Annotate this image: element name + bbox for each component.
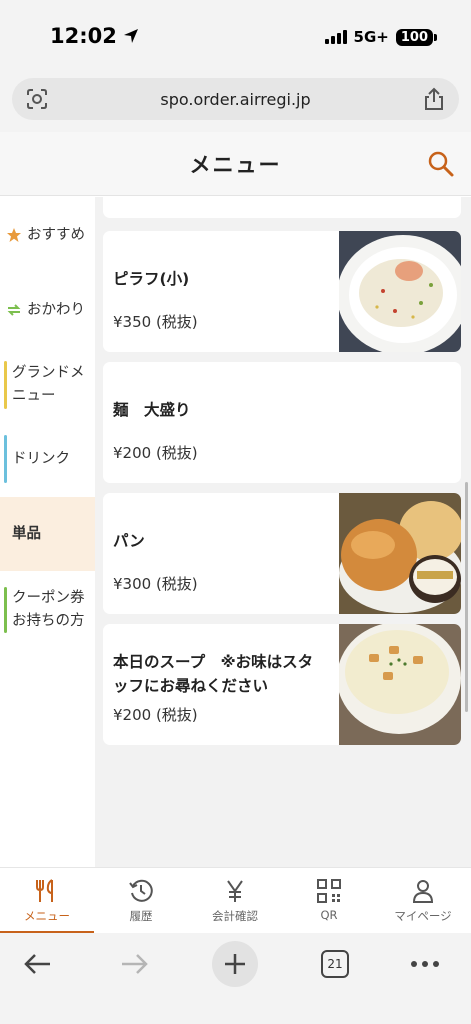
tab-label: QR — [320, 908, 338, 922]
yen-icon — [227, 880, 243, 902]
refresh-icon — [7, 304, 21, 316]
category-label: おすすめ — [27, 226, 85, 243]
url-text: spo.order.airregi.jp — [160, 89, 311, 109]
category-accent-bar — [4, 435, 7, 483]
status-bar: 12:02 5G+ 100 — [0, 0, 471, 72]
battery-icon: 100 — [395, 28, 438, 46]
category-sidebar: おすすめ おかわり グランドメニュー ドリンク 単品 クーポン券お持ちの方 — [0, 197, 95, 867]
url-field[interactable]: spo.order.airregi.jp — [12, 78, 459, 120]
category-label: 単品 — [12, 525, 41, 542]
person-icon — [412, 880, 434, 903]
status-time: 12:02 — [50, 24, 139, 48]
category-grand-menu[interactable]: グランドメニュー — [0, 357, 95, 413]
star-icon — [7, 228, 21, 242]
new-tab-button[interactable] — [212, 941, 258, 987]
page-tools-icon[interactable] — [26, 88, 48, 110]
arrow-left-icon — [24, 954, 50, 974]
qr-code-icon — [317, 879, 341, 903]
network-type: 5G+ — [353, 28, 389, 46]
menu-card[interactable]: 麺 大盛り ¥200 (税抜) — [103, 362, 461, 483]
tab-mypage[interactable]: マイページ — [376, 868, 470, 934]
menu-card-partial[interactable] — [103, 197, 461, 218]
menu-item-price: ¥200 (税抜) — [113, 706, 198, 724]
history-icon — [129, 879, 153, 902]
back-button[interactable] — [14, 941, 60, 987]
tab-label: 履歴 — [129, 909, 153, 923]
menu-item-name: 本日のスープ ※お味はスタッフにお尋ねください — [113, 653, 314, 695]
tab-menu[interactable]: メニュー — [0, 868, 94, 934]
category-recommended[interactable]: おすすめ — [0, 215, 95, 255]
category-label: グランドメニュー — [12, 365, 85, 404]
browser-toolbar: 21 — [0, 933, 471, 1024]
arrow-right-icon — [122, 954, 148, 974]
bread-butter-photo — [339, 493, 461, 614]
category-refill[interactable]: おかわり — [0, 290, 95, 330]
tab-label: 会計確認 — [212, 909, 258, 923]
app-header: メニュー — [0, 132, 471, 196]
tabs-button[interactable]: 21 — [312, 941, 358, 987]
menu-card[interactable]: 本日のスープ ※お味はスタッフにお尋ねください ¥200 (税抜) — [103, 624, 461, 745]
tab-checkout[interactable]: 会計確認 — [188, 868, 282, 934]
menu-list: ピラフ(小) ¥350 (税抜) 麺 大盛り ¥200 (税抜) パン ¥300… — [95, 197, 471, 867]
menu-card[interactable]: パン ¥300 (税抜) — [103, 493, 461, 614]
tab-count-icon: 21 — [321, 950, 349, 978]
category-accent-bar — [4, 361, 7, 409]
location-arrow-icon — [123, 29, 138, 43]
tab-qr[interactable]: QR — [282, 868, 376, 934]
menu-item-price: ¥300 (税抜) — [113, 575, 198, 593]
category-label: おかわり — [27, 301, 85, 318]
more-dots-icon — [411, 961, 439, 967]
tab-history[interactable]: 履歴 — [94, 868, 188, 934]
forward-button[interactable] — [112, 941, 158, 987]
category-single-items[interactable]: 単品 — [0, 497, 95, 571]
fork-knife-icon — [36, 879, 53, 902]
plus-icon — [225, 954, 245, 974]
share-icon[interactable] — [423, 87, 445, 111]
soup-photo — [339, 624, 461, 745]
menu-item-name: パン — [113, 532, 145, 550]
food-photo — [339, 197, 461, 218]
tab-label: メニュー — [24, 909, 70, 923]
menu-card[interactable]: ピラフ(小) ¥350 (税抜) — [103, 231, 461, 352]
category-label: クーポン券お持ちの方 — [12, 590, 85, 629]
category-accent-bar — [4, 587, 7, 633]
scrollbar[interactable] — [465, 482, 468, 712]
menu-item-name: 麺 大盛り — [113, 401, 191, 419]
menu-item-name: ピラフ(小) — [113, 270, 190, 288]
more-button[interactable] — [402, 941, 448, 987]
menu-item-price: ¥350 (税抜) — [113, 313, 198, 331]
signal-icon — [324, 30, 347, 44]
category-drink[interactable]: ドリンク — [0, 435, 95, 483]
status-indicators: 5G+ 100 — [324, 28, 438, 46]
category-coupon[interactable]: クーポン券お持ちの方 — [0, 585, 95, 635]
menu-item-price: ¥200 (税抜) — [113, 444, 198, 462]
tab-label: マイページ — [394, 909, 452, 923]
browser-address-bar: spo.order.airregi.jp — [0, 72, 471, 132]
page-title: メニュー — [189, 152, 282, 177]
search-icon[interactable] — [427, 150, 455, 178]
pilaf-photo — [339, 231, 461, 352]
bottom-tab-bar: メニュー 履歴 会計確認 QR マイページ — [0, 867, 471, 934]
category-label: ドリンク — [12, 450, 70, 467]
